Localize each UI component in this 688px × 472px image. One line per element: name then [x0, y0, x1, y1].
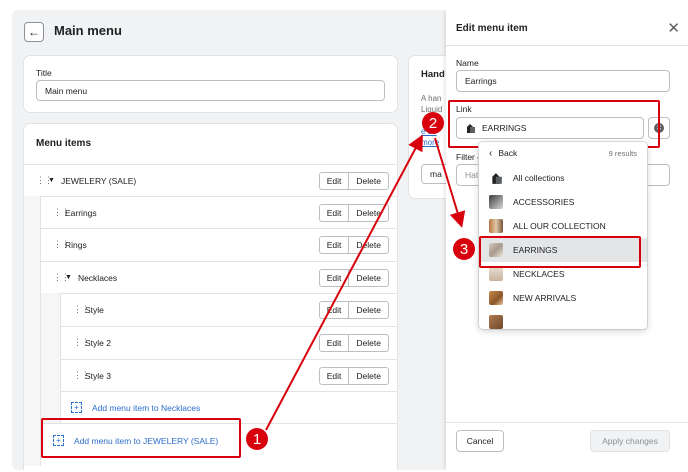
necklaces-thumbnail	[489, 267, 503, 281]
row-actions: Edit Delete	[318, 367, 389, 385]
menu-item-row[interactable]: ⋮⋮ ▼ JEWELERY (SALE) Edit Delete	[24, 164, 397, 196]
arrow-left-icon: ←	[28, 25, 40, 39]
dropdown-option[interactable]: ALL OUR COLLECTION	[479, 214, 647, 238]
row-actions: Edit Delete	[318, 204, 389, 222]
edit-button[interactable]: Edit	[318, 204, 350, 222]
back-label: Back	[498, 148, 518, 158]
row-actions: Edit Delete	[318, 334, 389, 352]
drag-handle-icon[interactable]: ⋮⋮	[73, 370, 90, 381]
new-arrivals-thumbnail	[489, 291, 503, 305]
menu-item-label: Rings	[65, 239, 87, 250]
panel-header: Edit menu item ✕	[446, 10, 688, 46]
menu-item-label: Necklaces	[77, 272, 118, 283]
dropdown-option-partial[interactable]	[479, 310, 647, 329]
caret-down-icon[interactable]: ▼	[65, 274, 72, 281]
row-actions: Edit Delete	[318, 172, 389, 190]
menu-item-label: Style 3	[85, 370, 111, 381]
chevron-left-icon: ‹	[489, 147, 493, 159]
menu-items-heading: Menu items	[36, 138, 92, 149]
edit-button[interactable]: Edit	[318, 301, 350, 319]
handle-card-heading: Hand	[421, 69, 445, 80]
title-field-label: Title	[36, 68, 52, 78]
title-input[interactable]: Main menu	[36, 80, 385, 101]
results-count: 9 results	[608, 148, 637, 158]
option-label: NEW ARRIVALS	[513, 293, 577, 303]
page-title: Main menu	[54, 23, 122, 38]
apply-changes-button[interactable]: Apply changes	[590, 430, 670, 452]
edit-button[interactable]: Edit	[318, 367, 350, 385]
drag-handle-icon[interactable]: ⋮⋮	[53, 272, 70, 283]
menu-item-row[interactable]: ⋮⋮ Style 3 Edit Delete	[61, 359, 397, 391]
all-collection-thumbnail	[489, 219, 503, 233]
option-label: All collections	[513, 173, 565, 183]
collection-icon	[489, 171, 503, 185]
edit-button[interactable]: Edit	[318, 236, 350, 254]
menu-item-label: Style	[85, 304, 104, 315]
indent-guide-level1	[24, 196, 41, 466]
step-3-badge: 3	[453, 238, 475, 260]
row-actions: Edit Delete	[318, 269, 389, 287]
delete-button[interactable]: Delete	[349, 334, 389, 352]
dropdown-option[interactable]: ACCESSORIES	[479, 190, 647, 214]
menu-item-row[interactable]: ⋮⋮ Style 2 Edit Delete	[61, 326, 397, 358]
name-input[interactable]: Earrings	[456, 70, 670, 92]
highlight-earrings-option	[479, 236, 641, 268]
dropdown-option[interactable]: All collections	[479, 166, 647, 190]
learn-more-link[interactable]: more	[421, 138, 439, 147]
drag-handle-icon[interactable]: ⋮⋮	[53, 239, 70, 250]
delete-button[interactable]: Delete	[349, 172, 389, 190]
drag-handle-icon[interactable]: ⋮⋮	[73, 304, 90, 315]
add-menu-item-necklaces-link[interactable]: + Add menu item to Necklaces	[71, 402, 200, 413]
accessories-thumbnail	[489, 195, 503, 209]
edit-button[interactable]: Edit	[318, 334, 350, 352]
app-window: ← Main menu Title Main menu Hand A han L…	[12, 10, 688, 470]
back-button[interactable]: ←	[24, 22, 44, 42]
drag-handle-icon[interactable]: ⋮⋮	[73, 337, 90, 348]
title-card: Title Main menu	[24, 56, 397, 112]
row-actions: Edit Delete	[318, 236, 389, 254]
delete-button[interactable]: Delete	[349, 269, 389, 287]
filter-field-label: Filter c	[456, 152, 482, 162]
edit-button[interactable]: Edit	[318, 172, 350, 190]
close-icon[interactable]: ✕	[667, 19, 680, 37]
cancel-button[interactable]: Cancel	[456, 430, 504, 452]
option-label: ACCESSORIES	[513, 197, 575, 207]
highlight-link-field	[448, 100, 660, 148]
add-menu-item-necklaces-label: Add menu item to Necklaces	[92, 402, 201, 413]
menu-item-row[interactable]: ⋮⋮ Earrings Edit Delete	[41, 196, 397, 228]
menu-item-label: JEWELERY (SALE)	[60, 175, 137, 186]
highlight-add-jewelery	[41, 418, 241, 458]
menu-item-label: Earrings	[65, 207, 97, 218]
option-label: NECKLACES	[513, 269, 565, 279]
indent-guide-level2	[41, 293, 61, 423]
handle-card-text: A han	[421, 94, 442, 103]
add-item-icon: +	[71, 402, 82, 413]
menu-item-row[interactable]: ⋮⋮ Rings Edit Delete	[41, 228, 397, 260]
drag-handle-icon[interactable]: ⋮⋮	[53, 207, 70, 218]
delete-button[interactable]: Delete	[349, 301, 389, 319]
panel-title: Edit menu item	[456, 23, 528, 34]
menu-item-row[interactable]: ⋮⋮ Style Edit Delete	[61, 293, 397, 325]
delete-button[interactable]: Delete	[349, 204, 389, 222]
step-1-badge: 1	[246, 428, 268, 450]
dropdown-back[interactable]: ‹ Back 9 results	[479, 142, 647, 164]
step-2-badge: 2	[422, 112, 444, 134]
edit-button[interactable]: Edit	[318, 269, 350, 287]
menu-item-row[interactable]: ⋮⋮ ▼ Necklaces Edit Delete	[41, 261, 397, 293]
drag-handle-icon[interactable]: ⋮⋮	[36, 175, 53, 186]
caret-down-icon[interactable]: ▼	[48, 177, 55, 184]
dropdown-option[interactable]: NEW ARRIVALS	[479, 286, 647, 310]
name-field-label: Name	[456, 58, 479, 68]
partial-thumbnail	[489, 315, 503, 329]
delete-button[interactable]: Delete	[349, 236, 389, 254]
menu-item-label: Style 2	[85, 337, 111, 348]
row-actions: Edit Delete	[318, 301, 389, 319]
delete-button[interactable]: Delete	[349, 367, 389, 385]
option-label: ALL OUR COLLECTION	[513, 221, 606, 231]
